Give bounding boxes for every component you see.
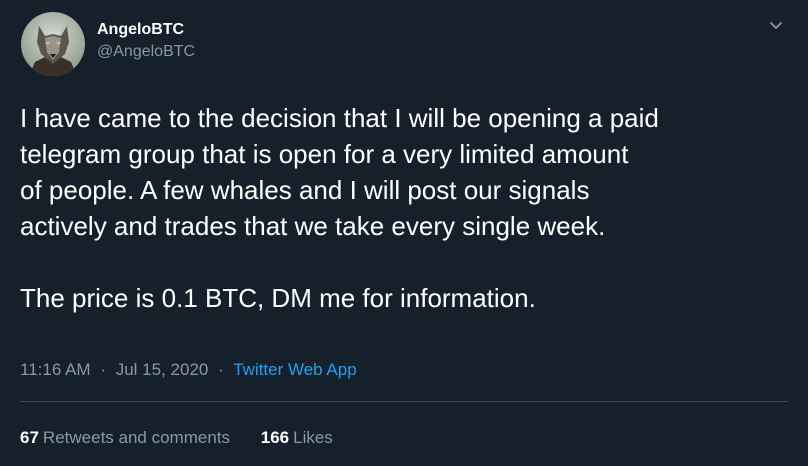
tweet-card: AngeloBTC @AngeloBTC I have came to the … [0, 0, 808, 466]
divider [20, 401, 788, 402]
retweets-stat[interactable]: 67 Retweets and comments [20, 427, 230, 449]
user-handle[interactable]: @AngeloBTC [97, 41, 195, 63]
avatar[interactable] [21, 12, 85, 76]
meta-separator: · [100, 360, 106, 379]
wolf-avatar-icon [21, 12, 85, 76]
likes-label: Likes [293, 428, 333, 447]
tweet-menu-button[interactable] [765, 14, 787, 36]
tweet-stats: 67 Retweets and comments 166 Likes [20, 427, 359, 449]
retweets-count: 67 [20, 428, 39, 447]
display-name[interactable]: AngeloBTC [97, 19, 195, 41]
tweet-text: I have came to the decision that I will … [20, 103, 659, 313]
chevron-down-icon [770, 22, 782, 29]
meta-separator: · [218, 360, 224, 379]
tweet-metadata: 11:16 AM · Jul 15, 2020 · Twitter Web Ap… [20, 358, 357, 382]
tweet-time[interactable]: 11:16 AM [20, 360, 91, 379]
retweets-label: Retweets and comments [42, 428, 231, 447]
tweet-date[interactable]: Jul 15, 2020 [116, 360, 209, 379]
tweet-header: AngeloBTC @AngeloBTC [21, 12, 787, 76]
likes-stat[interactable]: 166 Likes [261, 427, 333, 449]
author-names: AngeloBTC @AngeloBTC [97, 19, 195, 63]
likes-count: 166 [260, 428, 290, 447]
tweet-source-link[interactable]: Twitter Web App [233, 360, 356, 379]
